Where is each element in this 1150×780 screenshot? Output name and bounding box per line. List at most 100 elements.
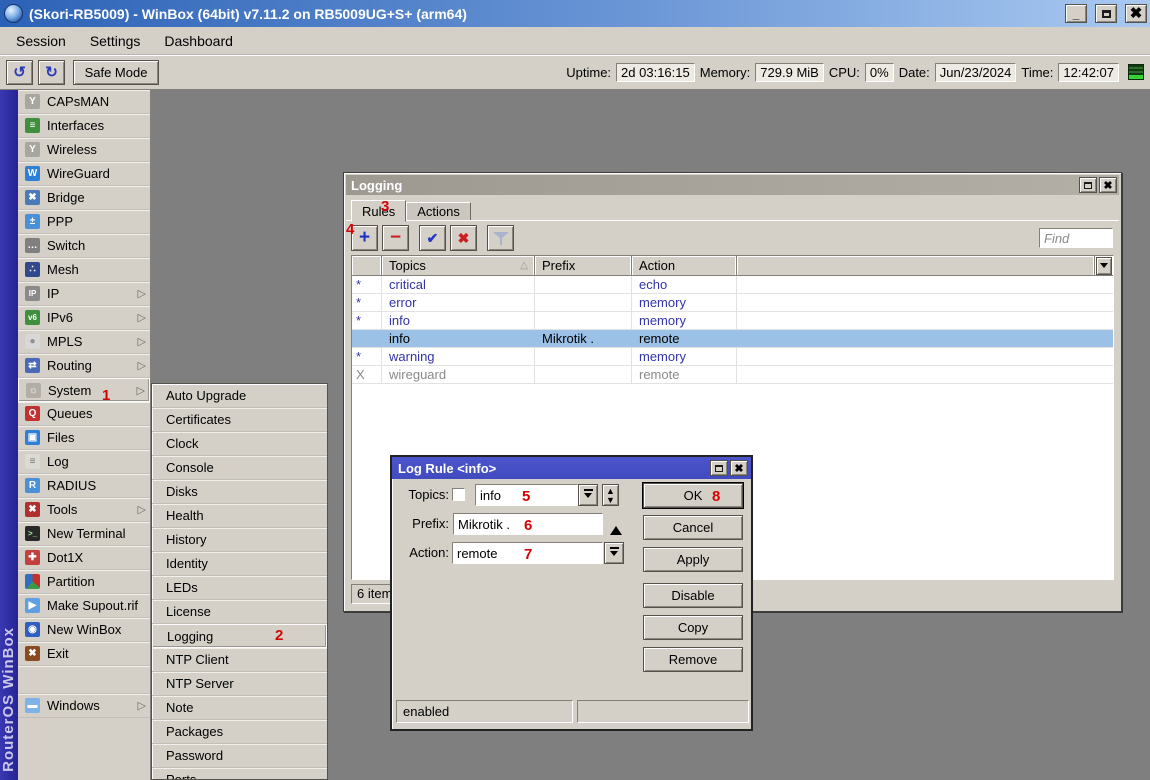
menu-dashboard[interactable]: Dashboard: [152, 29, 245, 53]
sidebar-item-wireguard[interactable]: W WireGuard: [18, 162, 150, 186]
menu-settings[interactable]: Settings: [78, 29, 153, 53]
close-button[interactable]: ✖: [1125, 4, 1147, 23]
menu-session[interactable]: Session: [4, 29, 78, 53]
logging-close-button[interactable]: ✖: [1099, 177, 1117, 193]
tab-actions[interactable]: Actions: [406, 202, 471, 221]
sidebar-item-system[interactable]: ☼ System ▷: [18, 378, 150, 402]
system-menu-logging[interactable]: Logging: [152, 624, 327, 648]
system-menu-leds[interactable]: LEDs: [152, 576, 327, 600]
topics-spinner[interactable]: ▲ ▼: [602, 484, 619, 506]
sidebar-item-queues[interactable]: Q Queues: [18, 402, 150, 426]
table-row[interactable]: * error memory: [352, 294, 1113, 312]
table-row-disabled[interactable]: X wireguard remote: [352, 366, 1113, 384]
action-label: Action:: [394, 542, 449, 564]
column-prefix[interactable]: Prefix: [535, 256, 632, 275]
system-menu-health[interactable]: Health: [152, 504, 327, 528]
system-menu-ports[interactable]: Ports: [152, 768, 327, 780]
sidebar-item-exit[interactable]: ✖ Exit: [18, 642, 150, 666]
row-filler: [737, 294, 1113, 311]
sidebar-item-label: Wireless: [47, 142, 97, 157]
sidebar-item-new-winbox[interactable]: ◉ New WinBox: [18, 618, 150, 642]
sidebar-item-ipv6[interactable]: v6 IPv6 ▷: [18, 306, 150, 330]
dialog-title: Log Rule <info>: [398, 461, 708, 476]
action-dropdown-button[interactable]: [604, 542, 624, 564]
submenu-arrow-icon: ▷: [138, 503, 146, 516]
dialog-close-button[interactable]: ✖: [730, 460, 748, 476]
system-menu-password[interactable]: Password: [152, 744, 327, 768]
system-menu-identity[interactable]: Identity: [152, 552, 327, 576]
column-action[interactable]: Action: [632, 256, 737, 275]
table-row[interactable]: * info memory: [352, 312, 1113, 330]
sidebar-item-partition[interactable]: Partition: [18, 570, 150, 594]
remove-button[interactable]: Remove: [643, 647, 743, 672]
sidebar-item-mesh[interactable]: ∴ Mesh: [18, 258, 150, 282]
disable-rule-button[interactable]: ✖: [450, 225, 477, 251]
sidebar-item-tools[interactable]: ✖ Tools ▷: [18, 498, 150, 522]
system-menu-ntp-client[interactable]: NTP Client: [152, 648, 327, 672]
system-menu-ntp-server[interactable]: NTP Server: [152, 672, 327, 696]
sidebar-item-files[interactable]: ▣ Files: [18, 426, 150, 450]
sidebar-item-dot1x[interactable]: ✚ Dot1X: [18, 546, 150, 570]
sidebar-item-log[interactable]: ≡ Log: [18, 450, 150, 474]
chevron-down-icon: [584, 493, 592, 502]
ok-button[interactable]: OK: [643, 483, 743, 508]
safe-mode-button[interactable]: Safe Mode: [73, 60, 159, 85]
system-menu-console[interactable]: Console: [152, 456, 327, 480]
routing-icon: ⇄: [25, 358, 40, 373]
undo-button[interactable]: ↺: [6, 60, 33, 85]
sidebar-item-capsman[interactable]: Y CAPsMAN: [18, 90, 150, 114]
collapse-up-icon[interactable]: [610, 520, 622, 535]
sidebar-item-interfaces[interactable]: ≡ Interfaces: [18, 114, 150, 138]
remove-rule-button[interactable]: −: [382, 225, 409, 251]
enable-rule-button[interactable]: ✔: [419, 225, 446, 251]
sidebar-item-make-supout[interactable]: ▶ Make Supout.rif: [18, 594, 150, 618]
logging-maximize-button[interactable]: [1079, 177, 1097, 193]
system-menu-note[interactable]: Note: [152, 696, 327, 720]
system-menu-license[interactable]: License: [152, 600, 327, 624]
topics-dropdown-button[interactable]: [578, 484, 598, 506]
column-flags[interactable]: [352, 256, 382, 275]
disable-button[interactable]: Disable: [643, 583, 743, 608]
cancel-button[interactable]: Cancel: [643, 515, 743, 540]
sidebar-item-radius[interactable]: R RADIUS: [18, 474, 150, 498]
topics-checkbox[interactable]: [452, 488, 465, 501]
rule-status-secondary: [577, 700, 749, 723]
system-menu-certificates[interactable]: Certificates: [152, 408, 327, 432]
apply-button[interactable]: Apply: [643, 547, 743, 572]
table-row[interactable]: * warning memory: [352, 348, 1113, 366]
sidebar-item-routing[interactable]: ⇄ Routing ▷: [18, 354, 150, 378]
column-chooser[interactable]: [1095, 256, 1113, 275]
column-topics[interactable]: Topics△: [382, 256, 535, 275]
row-topics: error: [382, 294, 535, 311]
copy-button[interactable]: Copy: [643, 615, 743, 640]
sidebar-item-wireless[interactable]: Y Wireless: [18, 138, 150, 162]
sidebar-item-mpls[interactable]: ● MPLS ▷: [18, 330, 150, 354]
system-menu-disks[interactable]: Disks: [152, 480, 327, 504]
system-menu-clock[interactable]: Clock: [152, 432, 327, 456]
mpls-icon: ●: [25, 334, 40, 349]
sidebar-item-label: Switch: [47, 238, 85, 253]
find-input[interactable]: [1039, 228, 1113, 248]
x-icon: ✖: [458, 230, 470, 247]
sidebar-item-windows[interactable]: ▬ Windows ▷: [18, 694, 150, 718]
table-row-selected[interactable]: info Mikrotik . remote: [352, 330, 1113, 348]
sidebar-item-ppp[interactable]: ± PPP: [18, 210, 150, 234]
table-row[interactable]: * critical echo: [352, 276, 1113, 294]
redo-button[interactable]: ↻: [38, 60, 65, 85]
row-filler: [737, 348, 1113, 365]
system-menu-packages[interactable]: Packages: [152, 720, 327, 744]
sidebar-item-ip[interactable]: IP IP ▷: [18, 282, 150, 306]
dialog-maximize-button[interactable]: [710, 460, 728, 476]
tab-rules[interactable]: Rules: [351, 200, 406, 222]
sidebar-item-switch[interactable]: … Switch: [18, 234, 150, 258]
sidebar-item-new-terminal[interactable]: >_ New Terminal: [18, 522, 150, 546]
system-menu-auto-upgrade[interactable]: Auto Upgrade: [152, 384, 327, 408]
sidebar-item-bridge[interactable]: ✖ Bridge: [18, 186, 150, 210]
row-prefix: [535, 366, 632, 383]
annotation-3: 3: [381, 198, 389, 215]
add-rule-button[interactable]: +: [351, 225, 378, 251]
minimize-button[interactable]: _: [1065, 4, 1087, 23]
filter-button[interactable]: [487, 225, 514, 251]
maximize-button[interactable]: [1095, 4, 1117, 23]
system-menu-history[interactable]: History: [152, 528, 327, 552]
